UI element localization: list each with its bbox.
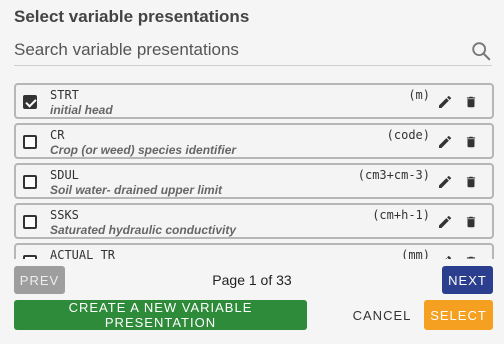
pencil-icon[interactable] — [437, 134, 453, 150]
search-input[interactable] — [14, 36, 454, 64]
pencil-icon[interactable] — [437, 254, 453, 259]
checkbox-icon[interactable] — [23, 215, 37, 229]
pencil-icon[interactable] — [437, 94, 453, 110]
create-variable-presentation-button[interactable]: CREATE A NEW VARIABLE PRESENTATION — [14, 300, 307, 330]
pencil-icon[interactable] — [437, 214, 453, 230]
trash-icon[interactable] — [464, 174, 478, 190]
variable-unit: (cm3+cm-3) — [357, 168, 430, 182]
variable-unit: (mm) — [401, 248, 430, 259]
variable-row[interactable]: SDUL Soil water- drained upper limit (cm3+… — [14, 163, 494, 199]
trash-icon[interactable] — [464, 94, 478, 110]
variable-row[interactable]: ACTUAL TR (mm) — [14, 243, 494, 259]
variable-code: CR — [50, 128, 65, 142]
checkbox-icon[interactable] — [23, 175, 37, 189]
trash-icon[interactable] — [464, 254, 478, 259]
checkbox-icon[interactable] — [23, 95, 37, 109]
variable-code: STRT — [50, 88, 79, 102]
search-bar — [14, 36, 492, 66]
pencil-icon[interactable] — [437, 174, 453, 190]
trash-icon[interactable] — [464, 214, 478, 230]
variable-row[interactable]: CR Crop (or weed) species identifier (code… — [14, 123, 494, 159]
variable-description: Saturated hydraulic conductivity — [50, 223, 237, 237]
checkbox-icon[interactable] — [23, 255, 37, 259]
variable-description: Soil water- drained upper limit — [50, 183, 223, 197]
variable-unit: (cm+h-1) — [372, 208, 430, 222]
variable-code: ACTUAL TR — [50, 248, 116, 259]
next-button[interactable]: NEXT — [442, 266, 493, 294]
variable-description: Crop (or weed) species identifier — [50, 143, 237, 157]
dialog-title: Select variable presentations — [14, 7, 250, 26]
variable-row[interactable]: STRT initial head (m) — [14, 83, 494, 119]
variable-unit: (code) — [386, 128, 430, 142]
select-button[interactable]: SELECT — [424, 300, 493, 330]
search-icon[interactable] — [470, 40, 492, 62]
variable-row[interactable]: SSKS Saturated hydraulic conductivity (cm+… — [14, 203, 494, 239]
cancel-button[interactable]: CANCEL — [348, 300, 416, 330]
variable-description: initial head — [50, 103, 113, 117]
variable-code: SSKS — [50, 208, 79, 222]
checkbox-icon[interactable] — [23, 135, 37, 149]
variable-list: STRT initial head (m) CR Crop (or weed) spec… — [14, 83, 494, 259]
variable-code: SDUL — [50, 168, 79, 182]
trash-icon[interactable] — [464, 134, 478, 150]
page-indicator: Page 1 of 33 — [212, 272, 292, 288]
variable-unit: (m) — [408, 88, 430, 102]
